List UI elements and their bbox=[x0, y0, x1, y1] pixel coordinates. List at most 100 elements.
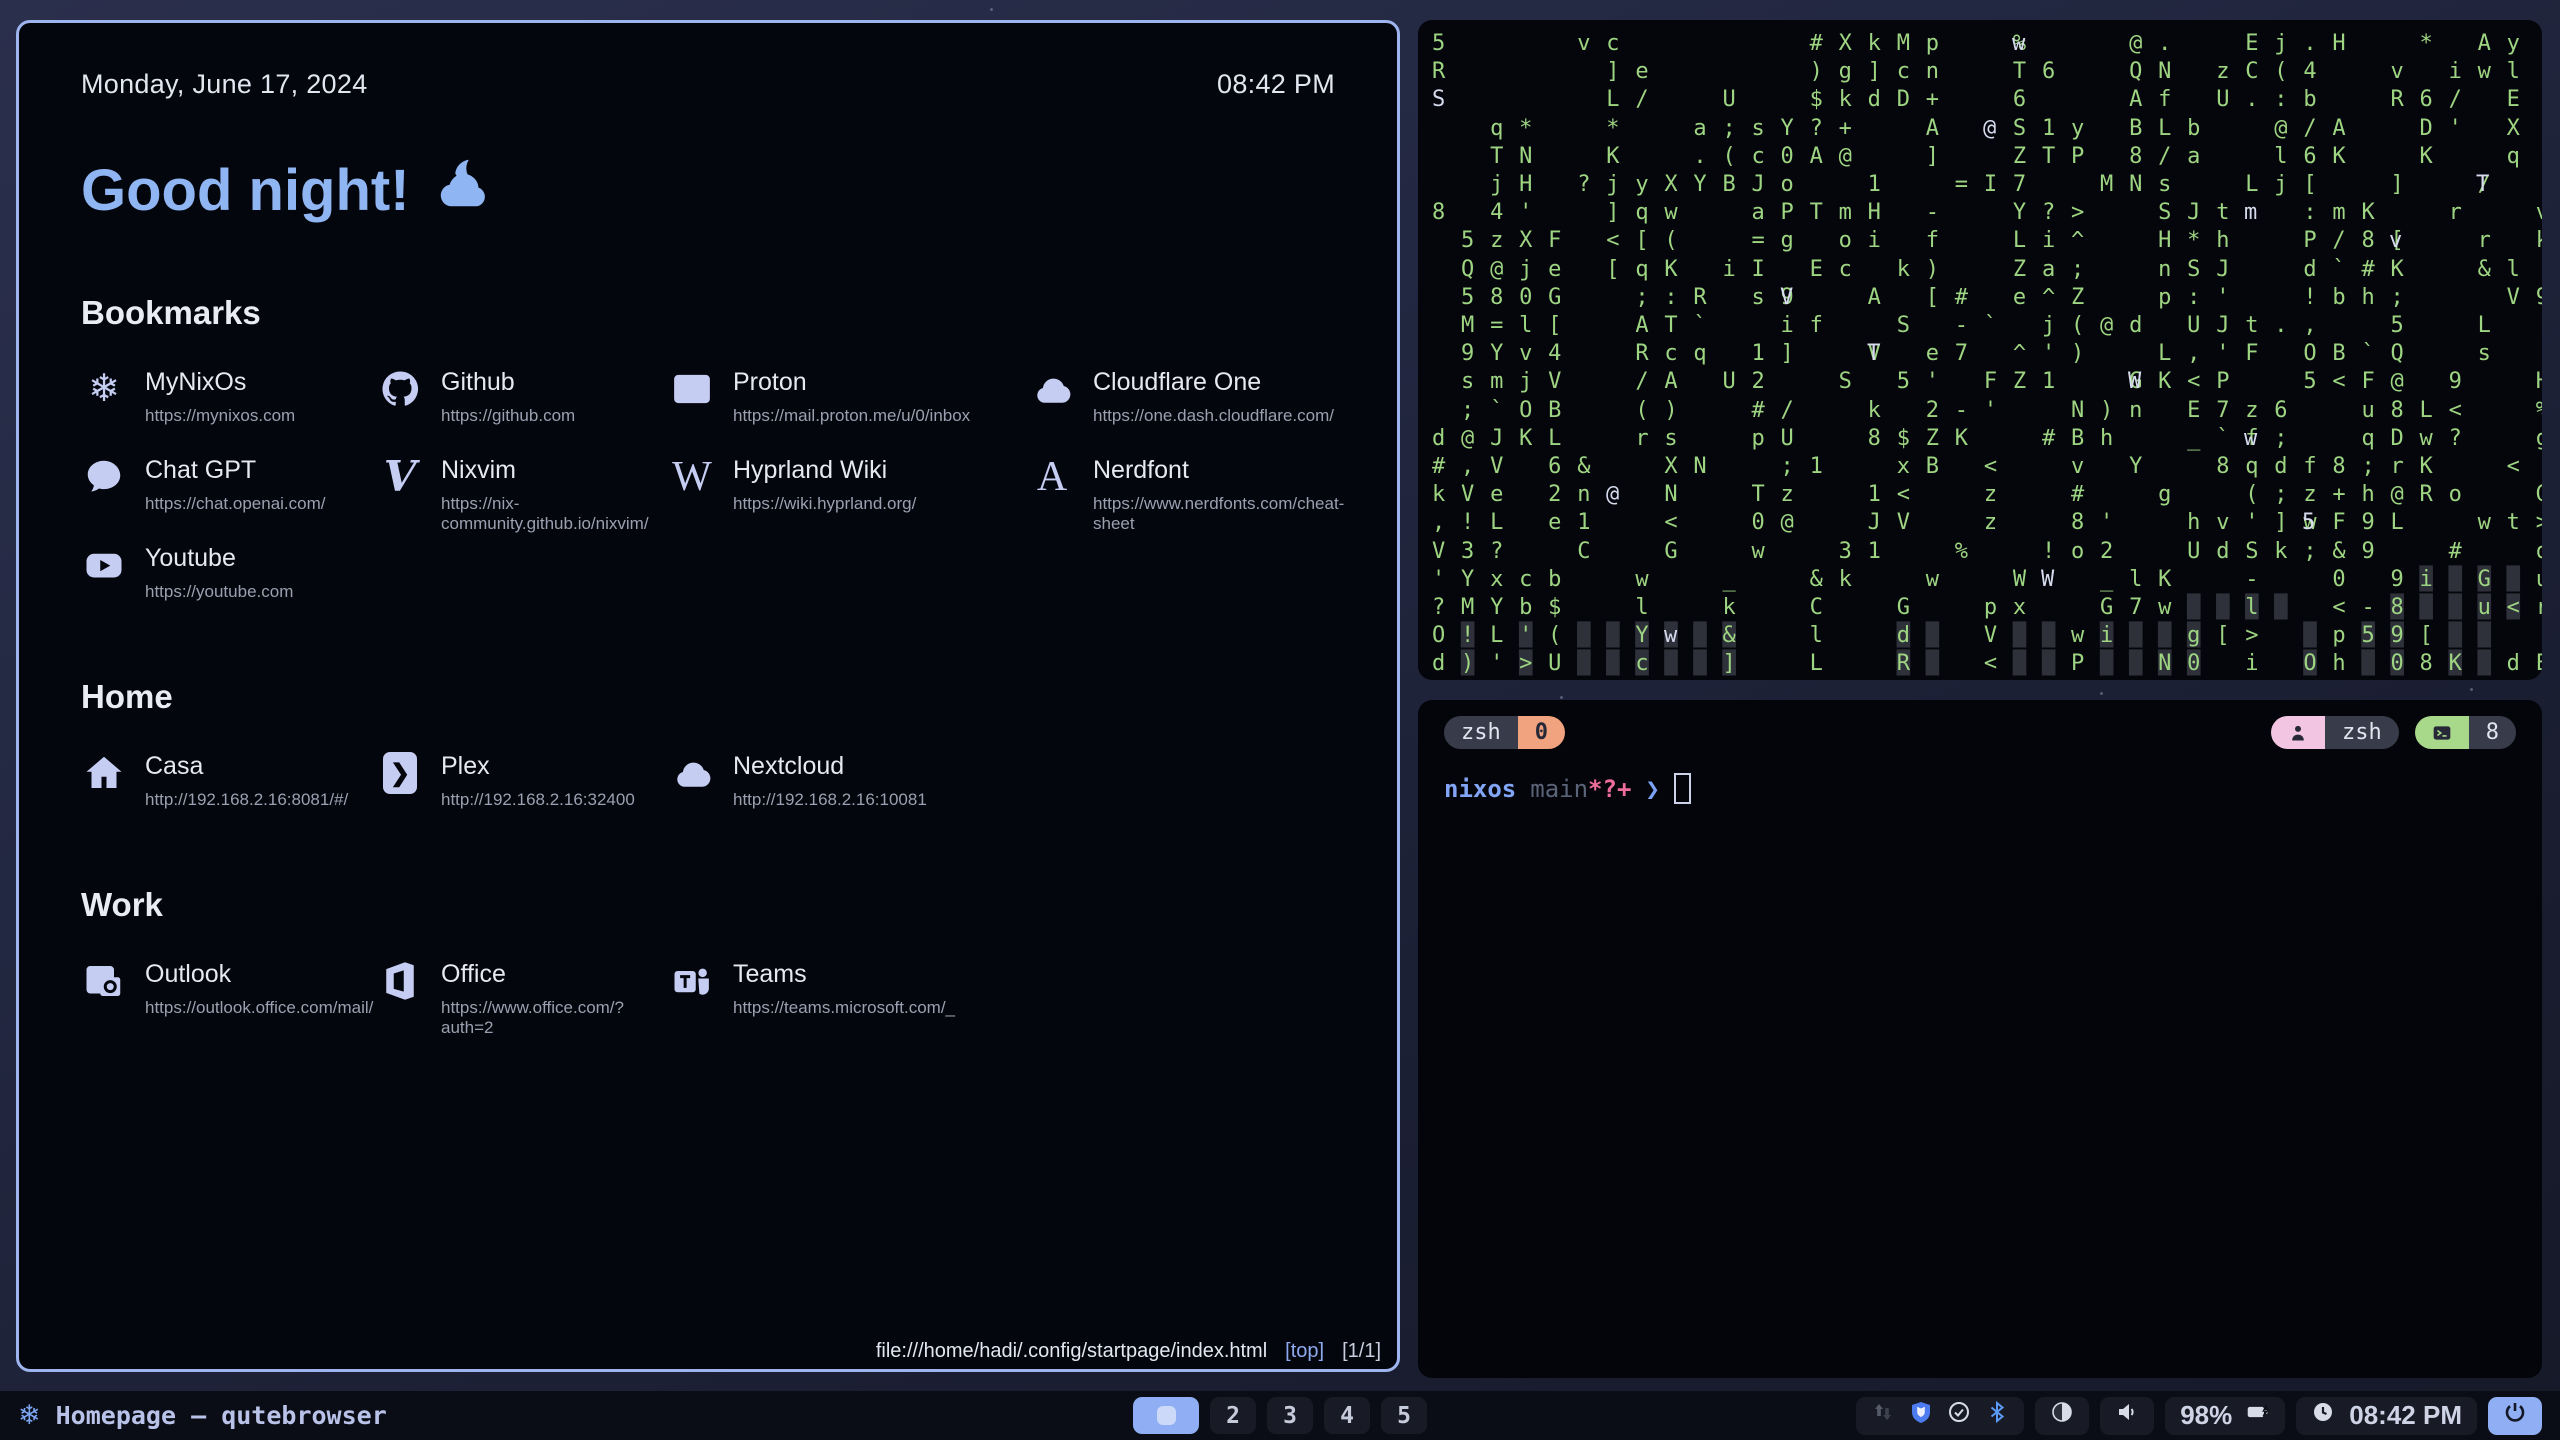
link-office[interactable]: Officehttps://www.office.com/?auth=2 bbox=[377, 958, 669, 1030]
prompt-git-branch: main bbox=[1530, 775, 1588, 803]
link-mynixos[interactable]: ❄ MyNixOs https://mynixos.com bbox=[81, 366, 377, 438]
statusbar-tab-counter: [1/1] bbox=[1342, 1340, 1381, 1363]
prompt-git-flags: *?+ bbox=[1588, 775, 1631, 803]
link-label: MyNixOs bbox=[145, 368, 295, 397]
network-arrows-icon[interactable] bbox=[1871, 1400, 1895, 1431]
tab-zsh[interactable]: zsh 0 bbox=[1444, 716, 1565, 749]
link-label: Nixvim bbox=[441, 456, 669, 485]
shell-prompt[interactable]: nixos main *?+ ❯ bbox=[1444, 773, 2516, 804]
outlook-icon bbox=[81, 958, 127, 1004]
workspace-2[interactable]: 2 bbox=[1210, 1397, 1256, 1434]
moon-cloud-icon bbox=[430, 150, 496, 230]
youtube-icon bbox=[81, 542, 127, 588]
link-chat-gpt[interactable]: Chat GPThttps://chat.openai.com/ bbox=[81, 454, 377, 526]
moon-icon bbox=[2050, 1400, 2074, 1431]
link-url: https://nix-community.github.io/nixvim/ bbox=[441, 494, 669, 534]
link-nextcloud[interactable]: Nextcloudhttp://192.168.2.16:10081 bbox=[669, 750, 1029, 822]
battery-charging-icon bbox=[2246, 1400, 2270, 1431]
link-casa[interactable]: Casahttp://192.168.2.16:8081/#/ bbox=[81, 750, 377, 822]
matrix-terminal-window[interactable]: ████ ████ █████ █ █ ██████ ██ ██ ████ █ … bbox=[1418, 20, 2542, 680]
date-label: Monday, June 17, 2024 bbox=[81, 69, 368, 100]
power-button[interactable] bbox=[2488, 1397, 2542, 1435]
status-bar: ❄ Homepage — qutebrowser 2345 98% 08:42 … bbox=[0, 1391, 2560, 1440]
section-home: HomeCasahttp://192.168.2.16:8081/#/❯Plex… bbox=[81, 678, 1335, 822]
link-outlook[interactable]: Outlookhttps://outlook.office.com/mail/ bbox=[81, 958, 377, 1030]
nixvim-icon: V bbox=[377, 454, 423, 500]
mail-icon bbox=[669, 366, 715, 412]
shield-icon[interactable] bbox=[1909, 1400, 1933, 1431]
link-url: https://github.com bbox=[441, 406, 575, 426]
nerdfont-icon: A bbox=[1029, 454, 1075, 500]
user-icon bbox=[2271, 716, 2325, 749]
workspace-switcher: 2345 bbox=[1133, 1397, 1427, 1434]
link-label: Plex bbox=[441, 752, 635, 781]
link-youtube[interactable]: Youtube https://youtube.com bbox=[81, 542, 377, 614]
cloud-icon bbox=[1029, 366, 1075, 412]
link-url: https://mynixos.com bbox=[145, 406, 295, 426]
cloud-icon bbox=[669, 750, 715, 796]
night-light-toggle[interactable] bbox=[2035, 1397, 2089, 1435]
workspace-5[interactable]: 5 bbox=[1381, 1397, 1427, 1434]
link-teams[interactable]: Teamshttps://teams.microsoft.com/_ bbox=[669, 958, 1029, 1030]
link-proton[interactable]: Protonhttps://mail.proton.me/u/0/inbox bbox=[669, 366, 1029, 438]
chat-bubble-icon bbox=[81, 454, 127, 500]
plex-icon: ❯ bbox=[377, 750, 423, 796]
tray-status-icons[interactable] bbox=[1856, 1397, 2024, 1435]
status-badge-zsh[interactable]: zsh bbox=[2271, 716, 2399, 749]
workspace-1-active[interactable] bbox=[1133, 1397, 1199, 1434]
statusbar-scroll-position: [top] bbox=[1285, 1340, 1324, 1363]
greeting: Good night! bbox=[81, 150, 1335, 230]
greeting-text: Good night! bbox=[81, 157, 410, 224]
link-label: Outlook bbox=[145, 960, 373, 989]
badge-label: zsh bbox=[2325, 716, 2399, 749]
battery-percent: 98% bbox=[2180, 1400, 2232, 1431]
focused-window-title: ❄ Homepage — qutebrowser bbox=[18, 1400, 387, 1431]
tab-index-badge: 0 bbox=[1518, 716, 1565, 749]
battery-indicator[interactable]: 98% bbox=[2165, 1397, 2285, 1435]
link-label: Teams bbox=[733, 960, 955, 989]
link-label: Hyprland Wiki bbox=[733, 456, 916, 485]
link-label: Office bbox=[441, 960, 669, 989]
workspace-3[interactable]: 3 bbox=[1267, 1397, 1313, 1434]
nix-snowflake-icon: ❄ bbox=[18, 1400, 41, 1431]
speaker-icon bbox=[2115, 1400, 2139, 1431]
link-nixvim[interactable]: VNixvimhttps://nix-community.github.io/n… bbox=[377, 454, 669, 526]
clock-icon bbox=[2311, 1400, 2335, 1431]
shell-terminal-window[interactable]: zsh 0 zsh 8 nixos main *?+ ❯ bbox=[1418, 700, 2542, 1378]
link-url: https://www.nerdfonts.com/cheat-sheet bbox=[1093, 494, 1344, 534]
volume-control[interactable] bbox=[2100, 1397, 2154, 1435]
snowflake-icon: ❄ bbox=[81, 366, 127, 412]
terminal-icon bbox=[2415, 716, 2469, 749]
terminal-cursor[interactable] bbox=[1674, 773, 1691, 804]
bluetooth-icon[interactable] bbox=[1985, 1400, 2009, 1431]
link-url: https://one.dash.cloudflare.com/ bbox=[1093, 406, 1334, 426]
qutebrowser-statusbar: file:///home/hadi/.config/startpage/inde… bbox=[876, 1340, 1381, 1363]
link-url: http://192.168.2.16:32400 bbox=[441, 790, 635, 810]
link-url: https://youtube.com bbox=[145, 582, 293, 602]
status-badge-8[interactable]: 8 bbox=[2415, 716, 2516, 749]
link-github[interactable]: Github https://github.com bbox=[377, 366, 669, 438]
link-url: https://wiki.hyprland.org/ bbox=[733, 494, 916, 514]
link-url: https://www.office.com/?auth=2 bbox=[441, 998, 669, 1038]
link-url: http://192.168.2.16:10081 bbox=[733, 790, 927, 810]
link-label: Chat GPT bbox=[145, 456, 326, 485]
link-cloudflare-one[interactable]: Cloudflare Onehttps://one.dash.cloudflar… bbox=[1029, 366, 1344, 438]
link-url: https://mail.proton.me/u/0/inbox bbox=[733, 406, 970, 426]
office-icon bbox=[377, 958, 423, 1004]
link-nerdfont[interactable]: ANerdfonthttps://www.nerdfonts.com/cheat… bbox=[1029, 454, 1344, 526]
clock-widget[interactable]: 08:42 PM bbox=[2296, 1397, 2477, 1435]
workspace-4[interactable]: 4 bbox=[1324, 1397, 1370, 1434]
link-label: Youtube bbox=[145, 544, 293, 573]
active-workspace-indicator bbox=[1157, 1406, 1176, 1425]
tab-name: zsh bbox=[1444, 716, 1518, 749]
clock-label: 08:42 PM bbox=[1217, 69, 1335, 100]
link-hyprland-wiki[interactable]: WHyprland Wikihttps://wiki.hyprland.org/ bbox=[669, 454, 1029, 526]
house-icon bbox=[81, 750, 127, 796]
window-title-text: Homepage — qutebrowser bbox=[56, 1401, 387, 1430]
link-label: Casa bbox=[145, 752, 348, 781]
link-label: Github bbox=[441, 368, 575, 397]
qutebrowser-window: Monday, June 17, 2024 08:42 PM Good nigh… bbox=[16, 20, 1400, 1372]
check-circle-icon[interactable] bbox=[1947, 1400, 1971, 1431]
link-plex[interactable]: ❯ Plex http://192.168.2.16:32400 bbox=[377, 750, 669, 822]
statusbar-url: file:///home/hadi/.config/startpage/inde… bbox=[876, 1340, 1267, 1363]
